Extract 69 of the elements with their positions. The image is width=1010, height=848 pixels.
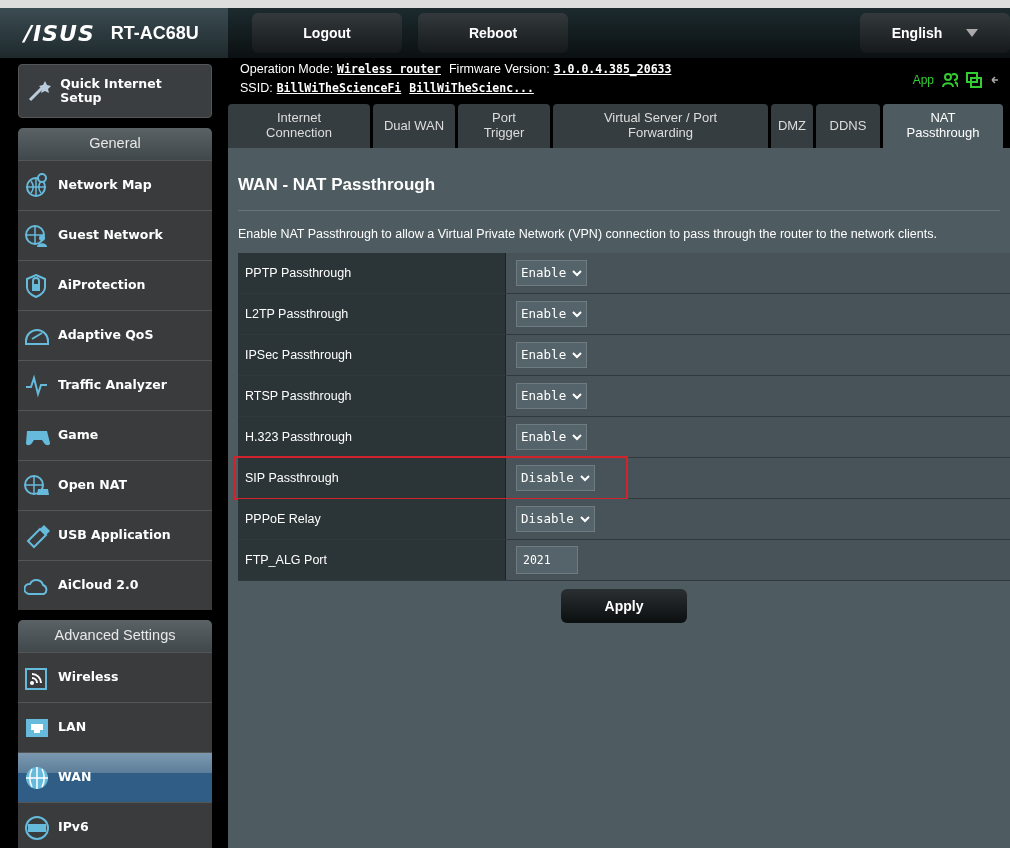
field-label: PPTP Passthrough — [245, 264, 352, 282]
caret-icon — [966, 29, 979, 37]
globe-pin-icon — [24, 172, 50, 199]
ssid-link[interactable]: BillWiTheScienc... — [409, 79, 534, 97]
field-label: FTP_ALG Port — [245, 551, 327, 569]
port-field[interactable]: 2021 — [516, 546, 578, 575]
dropdown[interactable]: Enable — [516, 383, 588, 410]
dropdown[interactable]: Disable — [516, 465, 595, 492]
sidebar-item[interactable]: Network Map — [18, 160, 212, 210]
sidebar-item[interactable]: USB Application — [18, 510, 212, 560]
dropdown[interactable]: Enable — [516, 342, 588, 369]
chevron-icon — [572, 310, 583, 318]
logout-button[interactable]: Logout — [252, 13, 402, 53]
sidebar-item[interactable]: Adaptive QoS — [18, 310, 212, 360]
language-select[interactable]: English — [860, 13, 1010, 53]
ssid-link[interactable]: BillWiTheScienceFi — [276, 79, 402, 97]
field-label: RTSP Passthrough — [245, 387, 352, 405]
mode-link[interactable]: Wireless router — [337, 61, 441, 79]
globe-person-icon — [24, 222, 50, 249]
field-label: PPPoE Relay — [245, 510, 321, 528]
reboot-button[interactable]: Reboot — [418, 13, 568, 53]
sidebar-item[interactable]: Open NAT — [18, 460, 212, 510]
field-label: SIP Passthrough — [245, 469, 339, 487]
tab[interactable]: Dual WAN — [373, 104, 455, 148]
apply-button[interactable]: Apply — [561, 589, 687, 624]
quick-setup-button[interactable]: Quick Internet Setup — [18, 64, 212, 118]
sidebar-item[interactable]: WAN — [18, 752, 212, 802]
model-name: RT-AC68U — [110, 21, 199, 45]
usb-drive-icon — [24, 522, 50, 549]
chevron-icon — [579, 515, 590, 523]
sidebar-item[interactable]: Traffic Analyzer — [18, 360, 212, 410]
chevron-icon — [572, 433, 583, 441]
tab[interactable]: Internet Connection — [228, 104, 370, 148]
dropdown[interactable]: Enable — [516, 301, 588, 328]
page-description: Enable NAT Passthrough to allow a Virtual Private Network (VPN) connection to pass through the router to the network clients. — [238, 225, 938, 243]
info-label: Operation Mode: — [240, 61, 334, 78]
brand-logo: /ISUS — [24, 19, 95, 48]
tab[interactable]: Port Trigger — [458, 104, 550, 148]
sidebar-item[interactable]: LAN — [18, 702, 212, 752]
tab[interactable]: Virtual Server / Port Forwarding — [553, 104, 768, 148]
chevron-icon — [572, 351, 583, 359]
devices-icon[interactable] — [966, 72, 982, 88]
sidebar-item[interactable]: Game — [18, 410, 212, 460]
field-label: IPSec Passthrough — [245, 346, 352, 364]
dropdown[interactable]: Disable — [516, 506, 595, 533]
dropdown[interactable]: Enable — [516, 260, 588, 287]
section-header: General — [18, 128, 212, 160]
page-title: WAN - NAT Passthrough — [238, 172, 1000, 211]
tab[interactable]: DMZ — [771, 104, 813, 148]
people-icon[interactable] — [942, 72, 958, 88]
firmware-link[interactable]: 3.0.0.4.385_20633 — [553, 61, 672, 79]
dropdown[interactable]: Enable — [516, 424, 588, 451]
field-label: L2TP Passthrough — [245, 305, 349, 323]
field-label: H.323 Passthrough — [245, 428, 352, 446]
chevron-icon — [579, 474, 590, 482]
sidebar-item[interactable]: AiProtection — [18, 260, 212, 310]
chevron-icon — [572, 269, 583, 277]
chevron-icon — [572, 392, 583, 400]
sidebar-item[interactable]: Guest Network — [18, 210, 212, 260]
sidebar-item[interactable]: AiCloud 2.0 — [18, 560, 212, 610]
info-label: SSID: — [240, 79, 273, 97]
info-label: Firmware Version: — [448, 61, 550, 78]
tab[interactable]: DDNS — [816, 104, 880, 148]
tab[interactable]: NAT Passthrough — [883, 104, 1003, 148]
sidebar-item[interactable]: Wireless — [18, 652, 212, 702]
app-link[interactable]: App — [912, 71, 934, 89]
section-header: Advanced Settings — [18, 620, 212, 652]
wand-icon — [27, 79, 53, 103]
sidebar-item[interactable]: IPv6 — [18, 802, 212, 848]
